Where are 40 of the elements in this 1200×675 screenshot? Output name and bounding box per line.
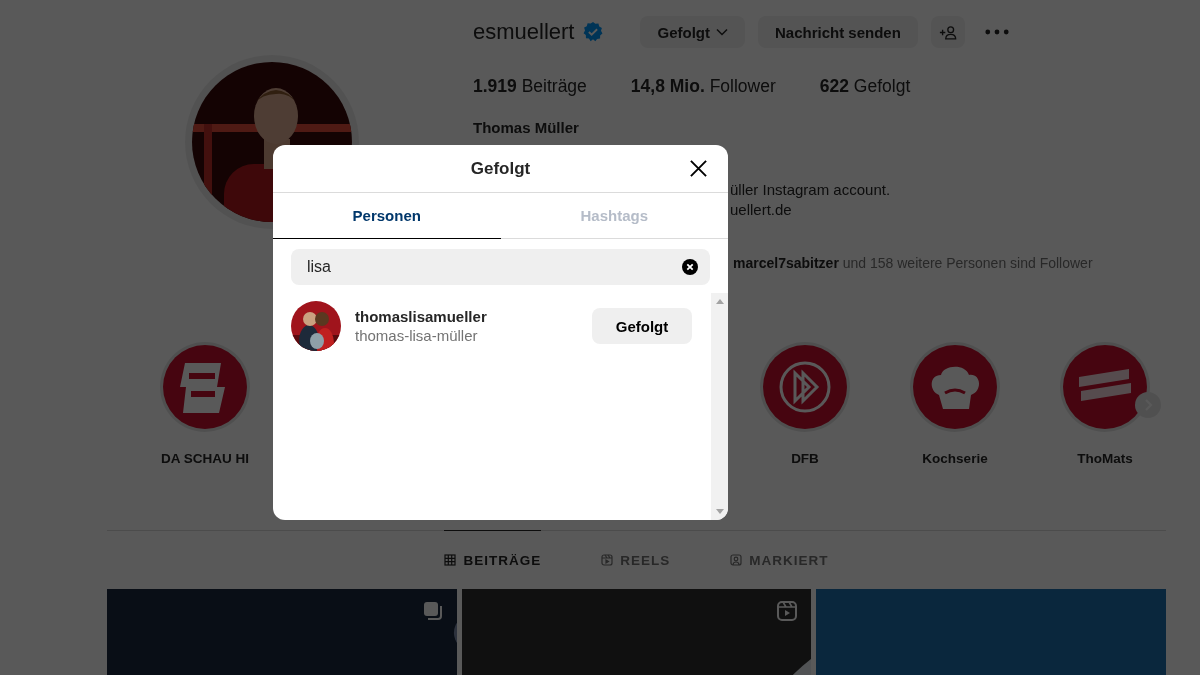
tag-icon [730,554,743,566]
next-arrow-button[interactable] [1135,392,1161,418]
highlight-label: DFB [791,451,819,466]
bio-text: uellert.de [730,200,793,220]
username: esmuellert [473,19,575,45]
highlight-icon[interactable] [759,341,851,433]
scrollbar[interactable] [711,293,728,520]
bio-text: üller Instagram account. [730,180,892,200]
following-button[interactable]: Gefolgt [592,308,692,344]
dialog-tab[interactable]: Personen [273,193,501,239]
message-button[interactable]: Nachricht senden [758,16,918,48]
grid-icon [444,554,457,566]
highlight-icon[interactable] [909,341,1001,433]
following-button[interactable]: Gefolgt [640,16,745,48]
scroll-up-icon[interactable] [715,299,724,304]
highlight-label: DA SCHAU HI [161,451,249,466]
profile-name: Thomas Müller [473,119,580,136]
profile-stat[interactable]: 1.919 Beiträge [473,76,587,97]
highlight-icon[interactable] [1059,341,1151,433]
dialog-title: Gefolgt [470,158,531,179]
highlight-icon[interactable] [159,341,251,433]
close-icon[interactable] [689,159,708,178]
highlight-label: ThoMats [1077,451,1133,466]
add-person-button[interactable] [930,16,965,48]
search-field[interactable]: lisa [291,249,710,285]
highlight-label: Kochserie [922,451,988,466]
reel-icon [601,554,614,566]
more-options-icon[interactable] [984,29,1009,35]
clear-icon[interactable] [682,259,698,275]
profile-stat[interactable]: 622 Gefolgt [819,76,911,97]
caret-icon [716,28,728,36]
carousel-icon [422,601,443,621]
dialog-tab[interactable]: Hashtags [500,193,728,239]
add-person-icon [938,24,957,40]
account-username[interactable]: thomaslisamueller [355,308,487,325]
search-input[interactable]: lisa [307,258,682,276]
profile-stat[interactable]: 14,8 Mio. Follower [630,76,776,97]
reel-icon [777,601,798,621]
scroll-down-icon[interactable] [715,509,724,514]
account-name: thomas-lisa-müller [355,327,479,344]
